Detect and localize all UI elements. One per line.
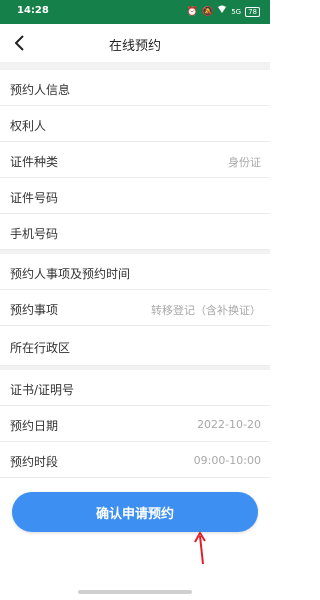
sim-label: 5G (231, 7, 242, 16)
nav-bar: 在线预约 (0, 24, 270, 62)
owner-label: 权利人 (10, 119, 47, 133)
arrow-up-icon (194, 531, 206, 565)
matter-value: 转移登记（含补换证） (151, 304, 261, 317)
confirm-appointment-button[interactable]: 确认申请预约 (12, 492, 258, 532)
cert-number-field[interactable]: 证书/证明号 (0, 370, 270, 406)
id-type-label: 证件种类 (10, 155, 59, 169)
period-field[interactable]: 预约时段 09:00-10:00 (0, 442, 270, 478)
id-number-label: 证件号码 (10, 191, 59, 205)
home-indicator (78, 590, 192, 594)
cert-label: 证书/证明号 (10, 383, 75, 397)
date-value: 2022-10-20 (197, 418, 261, 431)
applicant-section-label: 预约人信息 (10, 83, 71, 97)
app-screen: 14:28 ⏰ 🔕 5G 78 在线预约 预约人信息 权利人 证件种类 身份证 … (0, 0, 270, 600)
status-icons: ⏰ 🔕 5G 78 (187, 5, 260, 18)
district-label: 所在行政区 (10, 341, 71, 355)
matter-field[interactable]: 预约事项 转移登记（含补换证） (0, 290, 270, 326)
status-bar: 14:28 ⏰ 🔕 5G 78 (0, 0, 270, 24)
wifi-icon (217, 5, 227, 18)
alarm-icon: ⏰ (186, 6, 198, 17)
date-label: 预约日期 (10, 419, 59, 433)
id-number-field[interactable]: 证件号码 (0, 178, 270, 214)
id-type-field[interactable]: 证件种类 身份证 (0, 142, 270, 178)
owner-field[interactable]: 权利人 (0, 106, 270, 142)
phone-label: 手机号码 (10, 227, 59, 241)
mute-icon: 🔕 (201, 6, 214, 17)
appointment-section-label: 预约人事项及预约时间 (10, 267, 131, 281)
period-value: 09:00-10:00 (193, 454, 261, 467)
applicant-section-header: 预约人信息 (0, 70, 270, 106)
date-field[interactable]: 预约日期 2022-10-20 (0, 406, 270, 442)
status-time: 14:28 (17, 5, 49, 16)
phone-field[interactable]: 手机号码 (0, 214, 270, 250)
page-title: 在线预约 (108, 39, 161, 54)
battery-icon: 78 (245, 6, 260, 17)
id-type-value: 身份证 (228, 156, 261, 169)
district-field[interactable]: 所在行政区 (0, 326, 270, 366)
appointment-section-header: 预约人事项及预约时间 (0, 254, 270, 290)
period-label: 预约时段 (10, 455, 59, 469)
section-gap (0, 62, 270, 70)
matter-label: 预约事项 (10, 303, 59, 317)
